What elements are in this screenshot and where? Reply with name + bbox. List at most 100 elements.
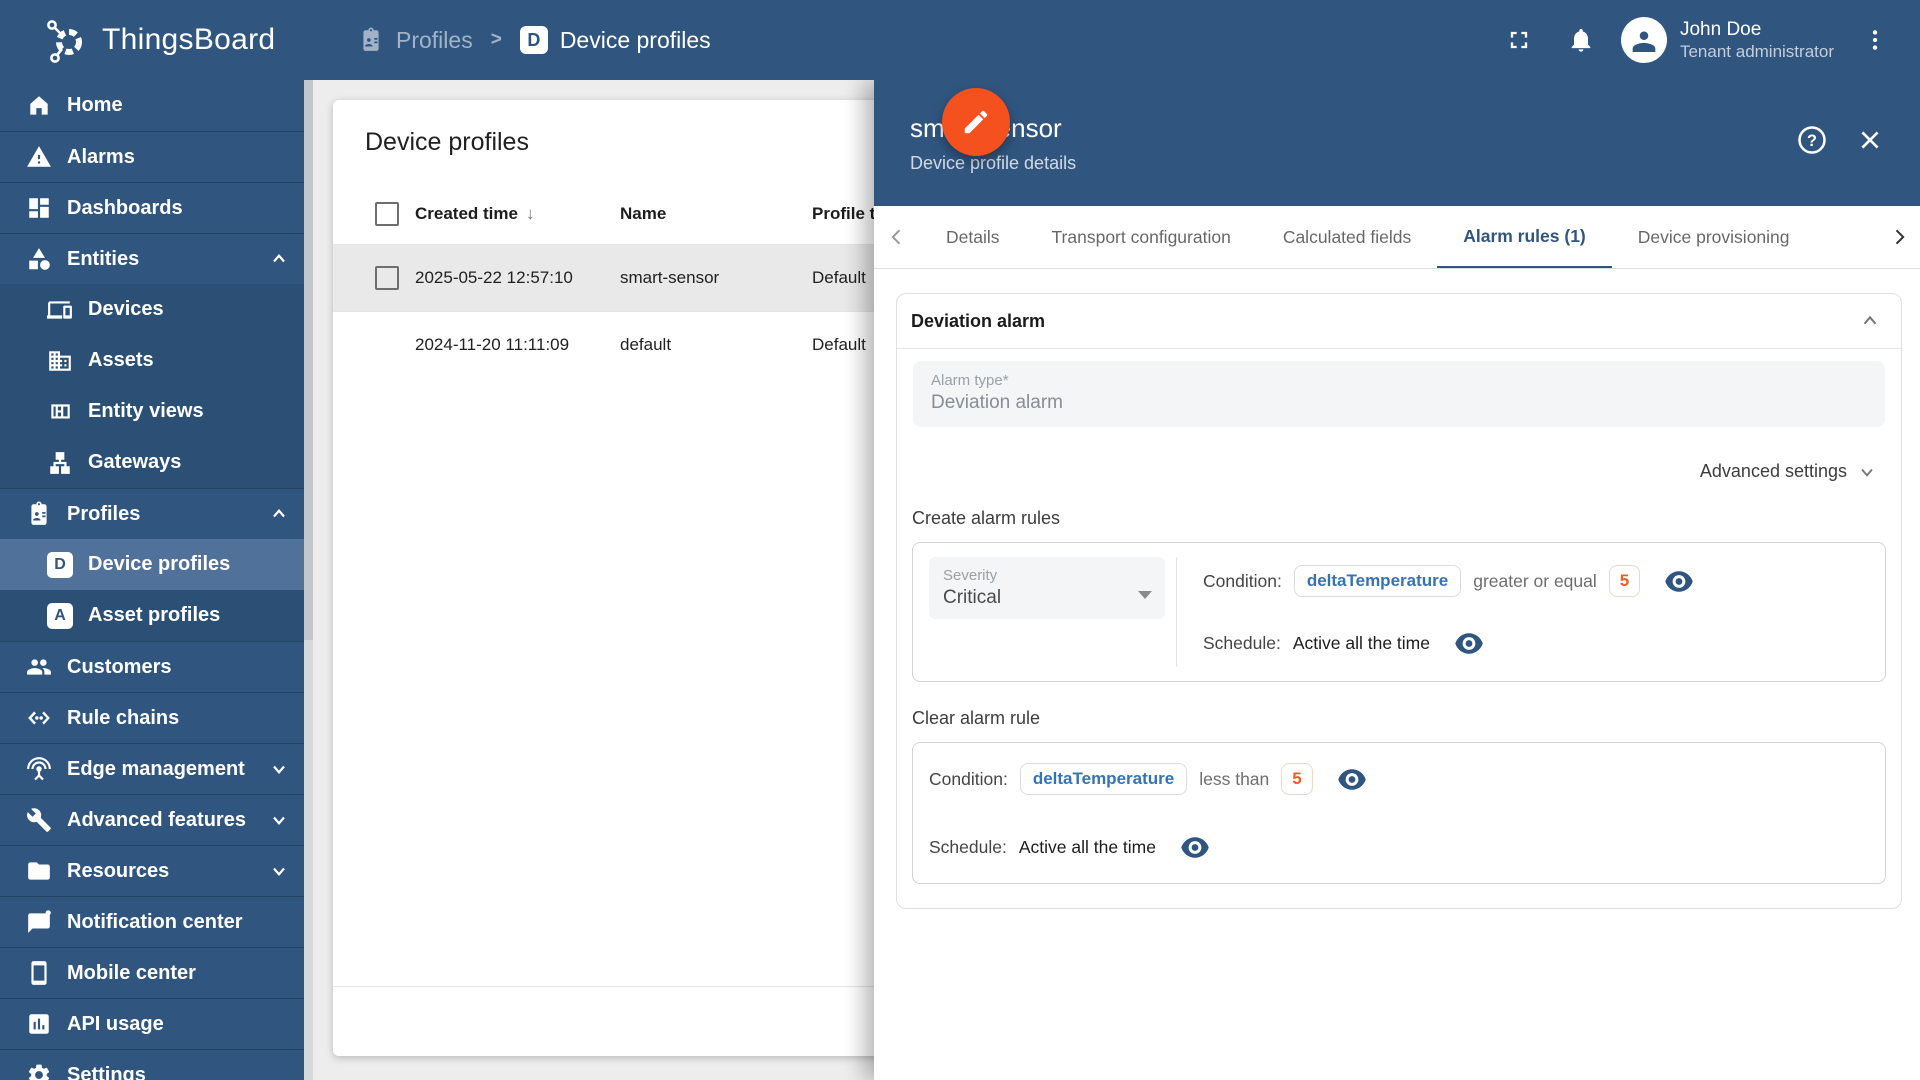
- sidebar-scrollbar-thumb[interactable]: [304, 80, 313, 640]
- help-icon[interactable]: ?: [1796, 124, 1828, 156]
- view-schedule-eye-icon[interactable]: [1454, 632, 1484, 655]
- sidebar-item-asset-profiles[interactable]: A Asset profiles: [0, 590, 313, 641]
- tab-device-provisioning[interactable]: Device provisioning: [1612, 206, 1816, 268]
- sidebar-item-alarms[interactable]: Alarms: [0, 131, 313, 182]
- select-all-checkbox[interactable]: [375, 202, 399, 226]
- breadcrumb: Profiles > D Device profiles: [358, 26, 711, 54]
- fullscreen-icon[interactable]: [1505, 26, 1533, 54]
- tab-details[interactable]: Details: [920, 206, 1026, 268]
- sidebar: Home Alarms Dashboards Entities Devices …: [0, 80, 313, 1080]
- rule-chain-icon: [25, 704, 53, 732]
- dashboard-icon: [25, 194, 53, 222]
- condition-operator: greater or equal: [1473, 570, 1597, 591]
- gear-icon: [25, 1061, 53, 1080]
- sidebar-item-entities[interactable]: Entities: [0, 233, 313, 284]
- sidebar-item-settings[interactable]: Settings: [0, 1049, 313, 1080]
- tab-calculated-fields[interactable]: Calculated fields: [1257, 206, 1437, 268]
- pencil-icon: [964, 110, 988, 134]
- close-icon[interactable]: [1854, 124, 1886, 156]
- lan-icon: [47, 450, 73, 476]
- sidebar-item-edge-management[interactable]: Edge management: [0, 743, 313, 794]
- devices-icon: [47, 297, 73, 323]
- column-name[interactable]: Name: [620, 204, 812, 224]
- folder-icon: [25, 857, 53, 885]
- sidebar-item-customers[interactable]: Customers: [0, 641, 313, 692]
- sidebar-item-dashboards[interactable]: Dashboards: [0, 182, 313, 233]
- tabs-scroll-right-icon[interactable]: [1878, 206, 1920, 268]
- chevron-down-icon: [269, 759, 289, 779]
- sidebar-item-mobile-center[interactable]: Mobile center: [0, 947, 313, 998]
- sidebar-item-devices[interactable]: Devices: [0, 284, 313, 335]
- section-divider: [897, 348, 1901, 349]
- badge-icon: [25, 500, 53, 528]
- sidebar-scrollbar[interactable]: [304, 80, 313, 1080]
- schedule-label: Schedule:: [1203, 632, 1281, 653]
- sidebar-item-advanced-features[interactable]: Advanced features: [0, 794, 313, 845]
- message-icon: [25, 908, 53, 936]
- severity-value: Critical: [943, 587, 1002, 608]
- sidebar-item-gateways[interactable]: Gateways: [0, 437, 313, 488]
- condition-label: Condition:: [929, 768, 1008, 789]
- user-meta[interactable]: John Doe Tenant administrator: [1680, 18, 1834, 63]
- notifications-bell-icon[interactable]: [1567, 26, 1595, 54]
- user-name: John Doe: [1679, 18, 1762, 40]
- sidebar-item-profiles[interactable]: Profiles: [0, 488, 313, 539]
- sidebar-item-home[interactable]: Home: [0, 80, 313, 131]
- sidebar-item-rule-chains[interactable]: Rule chains: [0, 692, 313, 743]
- view-schedule-eye-icon[interactable]: [1180, 836, 1210, 859]
- row-checkbox[interactable]: [375, 266, 399, 290]
- sidebar-item-device-profiles[interactable]: D Device profiles: [0, 539, 313, 590]
- condition-value-chip[interactable]: 5: [1281, 763, 1313, 795]
- more-vertical-icon[interactable]: [1862, 27, 1888, 53]
- create-alarm-rule-box: Severity Critical Condition: deltaTemper…: [912, 542, 1886, 682]
- deviation-alarm-card: Deviation alarm Alarm type* Deviation al…: [896, 293, 1902, 909]
- letter-A-icon: A: [47, 602, 73, 629]
- tabs-scroll-left-icon[interactable]: [874, 206, 920, 268]
- collapse-chevron-up-icon[interactable]: [1859, 310, 1881, 332]
- create-alarm-rules-label: Create alarm rules: [912, 508, 1061, 528]
- view-condition-eye-icon[interactable]: [1664, 570, 1694, 593]
- condition-key-chip[interactable]: deltaTemperature: [1293, 565, 1462, 597]
- severity-select[interactable]: Severity Critical: [929, 557, 1165, 619]
- advanced-settings-toggle[interactable]: Advanced settings: [897, 461, 1877, 482]
- drawer-header: smart-sensor Device profile details ?: [874, 80, 1920, 206]
- thingsboard-logo-icon: [42, 16, 90, 64]
- sidebar-item-resources[interactable]: Resources: [0, 845, 313, 896]
- condition-value-chip[interactable]: 5: [1608, 565, 1641, 597]
- drawer-title: smart-sensor: [910, 113, 1920, 144]
- thingsboard-logo[interactable]: ThingsBoard: [0, 16, 318, 64]
- drawer-body: Deviation alarm Alarm type* Deviation al…: [874, 269, 1920, 909]
- drawer-subtitle: Device profile details: [910, 152, 1077, 173]
- svg-text:?: ?: [1807, 132, 1817, 150]
- condition-key-chip[interactable]: deltaTemperature: [1019, 763, 1188, 795]
- app-header: ThingsBoard Profiles > D Device profiles: [0, 0, 1920, 80]
- breadcrumb-device-profiles[interactable]: D Device profiles: [519, 26, 711, 54]
- drawer-tab-bar: Details Transport configuration Calculated…: [874, 206, 1920, 269]
- alarm-section-title: Deviation alarm: [911, 310, 1046, 331]
- column-created-time[interactable]: Created time: [415, 204, 518, 224]
- condition-operator: less than: [1199, 768, 1270, 789]
- breadcrumb-profiles[interactable]: Profiles: [358, 27, 473, 54]
- avatar[interactable]: [1620, 17, 1667, 63]
- chevron-down-icon: [1861, 468, 1873, 477]
- edit-fab-button[interactable]: [942, 88, 1010, 156]
- sidebar-item-notification-center[interactable]: Notification center: [0, 896, 313, 947]
- alarm-type-field[interactable]: Alarm type* Deviation alarm: [913, 361, 1885, 427]
- tab-alarm-rules-1[interactable]: Alarm rules (1): [1437, 206, 1612, 268]
- chevron-up-icon: [269, 504, 289, 524]
- device-profile-details-drawer: smart-sensor Device profile details ? De…: [874, 80, 1920, 1080]
- header-actions: John Doe Tenant administrator: [1505, 17, 1920, 63]
- sidebar-item-assets[interactable]: Assets: [0, 335, 313, 386]
- alarm-type-value: Deviation alarm: [931, 392, 1063, 413]
- letter-D-icon: D: [47, 551, 73, 578]
- tab-transport-configuration[interactable]: Transport configuration: [1026, 206, 1257, 268]
- sidebar-item-api-usage[interactable]: API usage: [0, 998, 313, 1049]
- schedule-value: Active all the time: [1018, 836, 1156, 857]
- schedule-value: Active all the time: [1292, 632, 1430, 653]
- antenna-icon: [25, 755, 53, 783]
- sidebar-item-entity-views[interactable]: Entity views: [0, 386, 313, 437]
- smartphone-icon: [25, 959, 53, 987]
- sort-desc-icon[interactable]: ↓: [526, 204, 535, 224]
- profiles-icon: [358, 27, 384, 53]
- view-condition-eye-icon[interactable]: [1337, 768, 1367, 791]
